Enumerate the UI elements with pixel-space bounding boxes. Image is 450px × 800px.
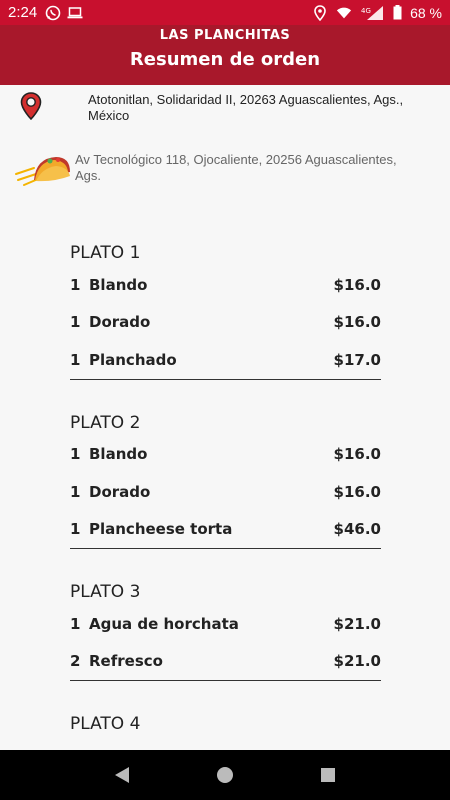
status-time: 2:24 xyxy=(8,4,38,21)
item-price: $17.0 xyxy=(333,350,381,369)
item-name: Refresco xyxy=(89,652,163,671)
restaurant-address: Av Tecnológico 118, Ojocaliente, 20256 A… xyxy=(75,152,397,183)
item-quantity: 1 xyxy=(70,482,81,501)
battery-icon xyxy=(392,5,402,21)
item-name: Blando xyxy=(89,445,148,464)
item-quantity: 2 xyxy=(70,652,81,671)
plate-4: PLATO 4 xyxy=(70,711,381,737)
plate-title: PLATO 3 xyxy=(70,582,141,602)
navigation-bar xyxy=(0,750,450,800)
item-name: Plancheese torta xyxy=(89,520,233,539)
item-price: $16.0 xyxy=(333,445,381,464)
item-name: Dorado xyxy=(89,313,151,332)
item-name: Agua de horchata xyxy=(89,614,239,633)
plate-3: PLATO 3 1 Agua de horchata $21.0 2 Refre… xyxy=(70,579,381,681)
order-item: 1 Blando $16.0 xyxy=(70,436,381,474)
app-header: LAS PLANCHITAS Resumen de orden xyxy=(0,25,450,85)
item-quantity: 1 xyxy=(70,614,81,633)
plate-title: PLATO 4 xyxy=(70,714,141,734)
plate-divider xyxy=(70,378,381,380)
item-quantity: 1 xyxy=(70,445,81,464)
restaurant-address-row: Av Tecnológico 118, Ojocaliente, 20256 A… xyxy=(0,152,450,191)
item-quantity: 1 xyxy=(70,275,81,294)
network-label: 4G xyxy=(361,7,371,15)
location-icon xyxy=(312,4,328,21)
map-pin-icon xyxy=(20,92,42,125)
order-item: 1 Dorado $16.0 xyxy=(70,473,381,511)
item-price: $21.0 xyxy=(333,652,381,671)
recents-icon[interactable] xyxy=(319,766,337,784)
plate-2: PLATO 2 1 Blando $16.0 1 Dorado $16.0 1 … xyxy=(70,410,381,549)
order-item: 2 Refresco $21.0 xyxy=(70,643,381,681)
taco-icon xyxy=(14,152,74,191)
item-name: Dorado xyxy=(89,482,151,501)
back-icon[interactable] xyxy=(113,766,131,784)
order-item: 1 Dorado $16.0 xyxy=(70,304,381,342)
plate-1: PLATO 1 1 Blando $16.0 1 Dorado $16.0 1 … xyxy=(70,240,381,380)
order-summary-list: PLATO 1 1 Blando $16.0 1 Dorado $16.0 1 … xyxy=(70,240,381,737)
plate-divider xyxy=(70,548,381,549)
brand-logo: LAS PLANCHITAS xyxy=(159,28,291,43)
item-name: Blando xyxy=(89,275,148,294)
status-bar: 2:24 4G 68 % xyxy=(0,0,450,25)
plate-title: PLATO 2 xyxy=(70,412,141,433)
item-price: $21.0 xyxy=(333,614,381,633)
item-name: Planchado xyxy=(89,350,177,369)
order-item: 1 Plancheese torta $46.0 xyxy=(70,511,381,549)
battery-percent: 68 % xyxy=(410,4,442,21)
page-title: Resumen de orden xyxy=(129,49,321,70)
item-quantity: 1 xyxy=(70,350,81,369)
item-price: $16.0 xyxy=(333,275,381,294)
item-price: $16.0 xyxy=(333,313,381,332)
whatsapp-icon xyxy=(45,5,61,21)
item-quantity: 1 xyxy=(70,313,81,332)
delivery-address-row: Atotonitlan, Solidaridad II, 20263 Aguas… xyxy=(0,92,450,125)
item-price: $16.0 xyxy=(333,482,381,501)
order-item: 1 Agua de horchata $21.0 xyxy=(70,605,381,643)
item-price: $46.0 xyxy=(333,520,381,539)
plate-divider xyxy=(70,680,381,681)
laptop-icon xyxy=(67,5,83,21)
home-icon[interactable] xyxy=(216,766,234,784)
order-item: 1 Planchado $17.0 xyxy=(70,341,381,379)
delivery-address: Atotonitlan, Solidaridad II, 20263 Aguas… xyxy=(88,92,404,123)
item-quantity: 1 xyxy=(70,520,81,539)
order-item: 1 Blando $16.0 xyxy=(70,266,381,304)
plate-title: PLATO 1 xyxy=(70,243,141,263)
signal-icon: 4G xyxy=(360,5,384,21)
wifi-icon xyxy=(336,5,352,21)
